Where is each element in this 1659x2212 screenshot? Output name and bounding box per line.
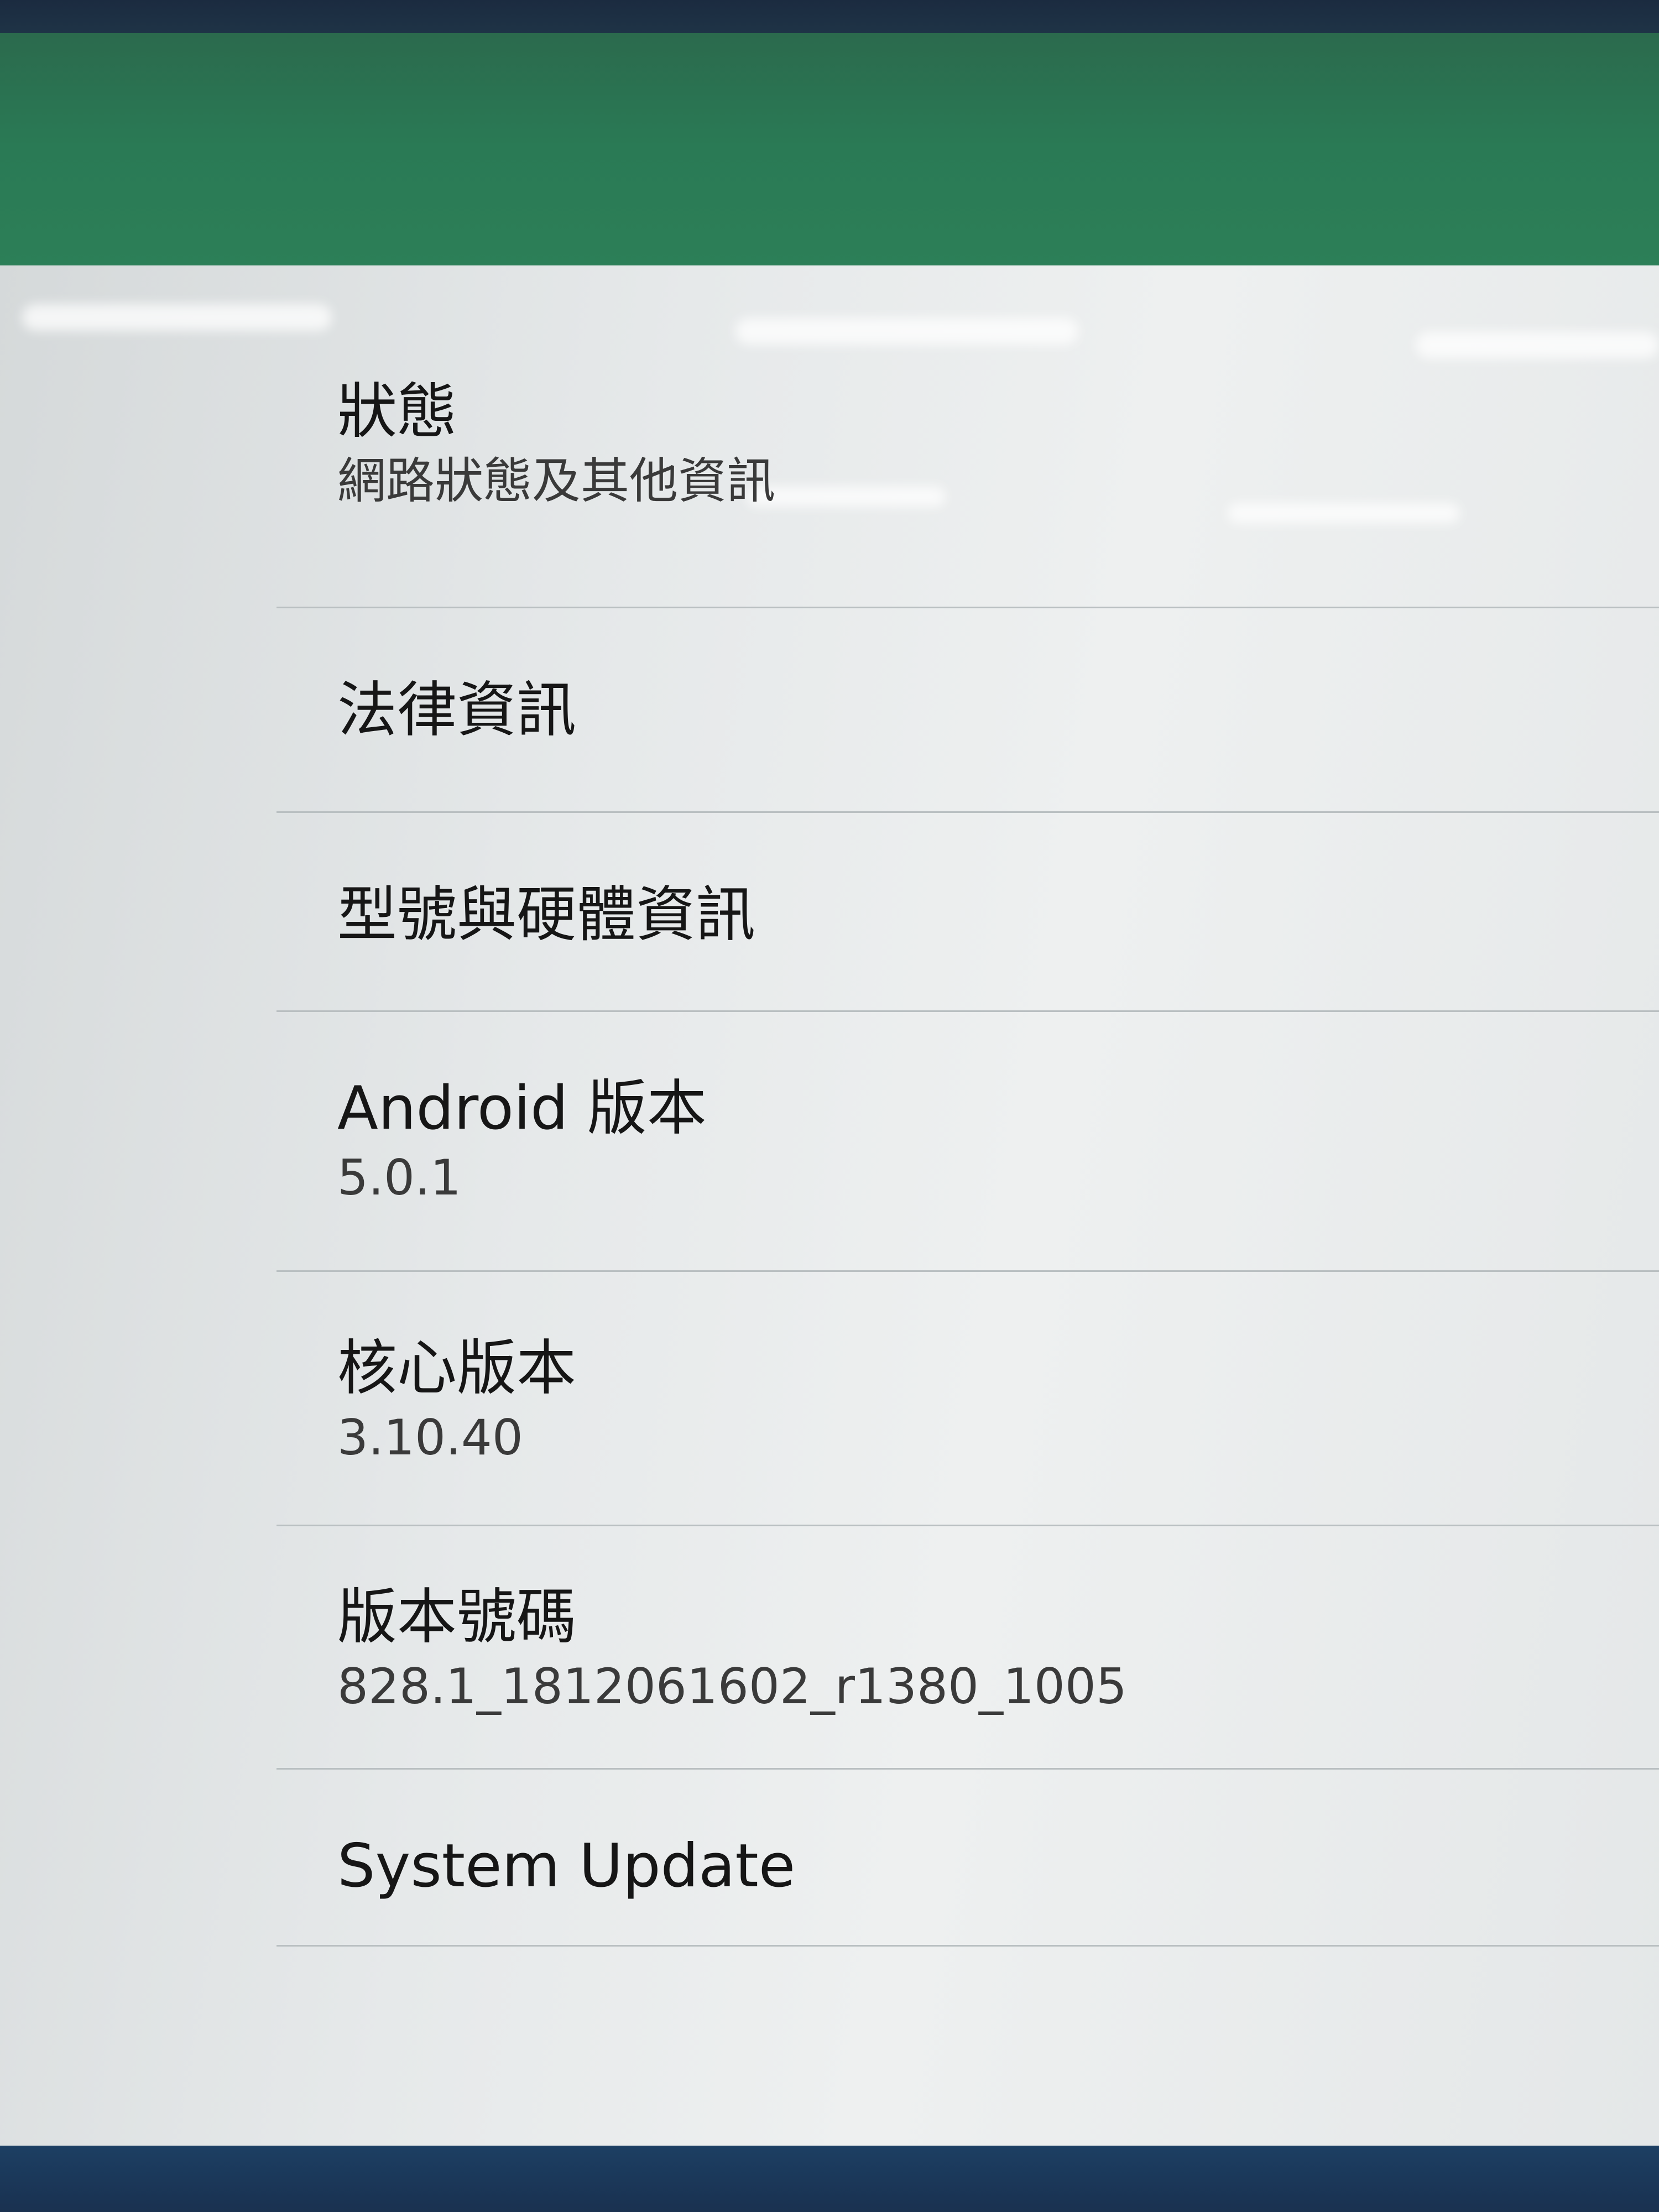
build-number-item[interactable]: 版本號碼 828.1_1812061602_r1380_1005 (276, 1526, 1659, 1770)
status-item[interactable]: 狀態 網路狀態及其他資訊 (276, 310, 1659, 608)
legal-info-title: 法律資訊 (337, 676, 577, 745)
device-bezel-bottom (0, 2146, 1659, 2212)
status-summary: 網路狀態及其他資訊 (337, 452, 776, 509)
legal-info-item[interactable]: 法律資訊 (276, 608, 1659, 813)
kernel-version-title: 核心版本 (337, 1334, 577, 1403)
build-number-value: 828.1_1812061602_r1380_1005 (337, 1658, 1127, 1715)
about-device-list: 狀態 網路狀態及其他資訊 法律資訊 型號與硬體資訊 Android 版本 5.0… (276, 310, 1659, 1947)
build-number-title: 版本號碼 (337, 1583, 577, 1652)
android-version-item[interactable]: Android 版本 5.0.1 (276, 1012, 1659, 1272)
model-hardware-item[interactable]: 型號與硬體資訊 (276, 813, 1659, 1012)
app-bar (0, 33, 1659, 288)
system-update-item[interactable]: System Update (276, 1770, 1659, 1947)
status-title: 狀態 (337, 377, 457, 446)
android-version-value: 5.0.1 (337, 1149, 461, 1206)
model-hardware-title: 型號與硬體資訊 (337, 880, 756, 950)
kernel-version-item[interactable]: 核心版本 3.10.40 (276, 1272, 1659, 1526)
kernel-version-value: 3.10.40 (337, 1409, 523, 1466)
system-update-title: System Update (337, 1832, 796, 1901)
android-version-title: Android 版本 (337, 1074, 707, 1143)
